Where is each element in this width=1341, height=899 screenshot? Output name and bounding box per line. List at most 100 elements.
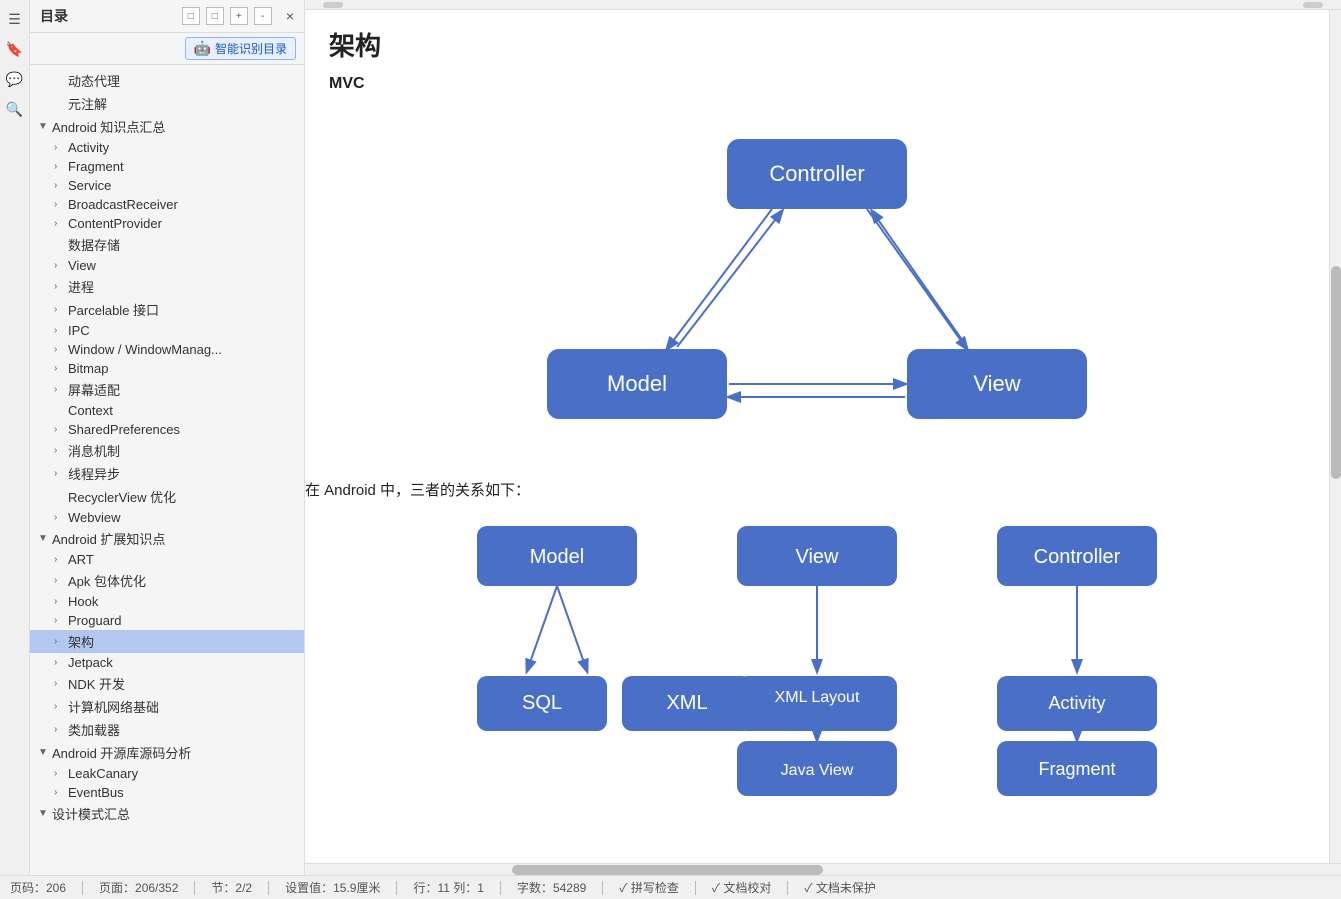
sidebar-item-apk[interactable]: › Apk 包体优化 [30, 569, 304, 592]
sidebar-item-proguard[interactable]: › Proguard [30, 611, 304, 630]
collapse-arrow: › [54, 260, 68, 271]
list-item[interactable]: ▼ Android 知识点汇总 [30, 115, 304, 138]
collapse-arrow: › [54, 304, 68, 315]
sidebar-item-webview[interactable]: › Webview [30, 508, 304, 527]
sidebar-item-context[interactable]: Context [30, 401, 304, 420]
collapse-arrow: › [54, 445, 68, 456]
sidebar-item-leakcanary[interactable]: › LeakCanary [30, 764, 304, 783]
sidebar-item-opensource[interactable]: ▼ Android 开源库源码分析 [30, 741, 304, 764]
hamburger-icon[interactable]: ☰ [4, 8, 26, 30]
sidebar-add-icon[interactable]: + [230, 7, 248, 25]
sidebar-item-thread[interactable]: › 线程异步 [30, 462, 304, 485]
indent-spacer [38, 594, 54, 609]
svg-text:Model: Model [530, 546, 584, 568]
doc-protection[interactable]: ✓ 文档未保护 [804, 879, 876, 896]
sidebar-item-datastorage[interactable]: 数据存储 [30, 233, 304, 256]
tree-item-label: Android 扩展知识点 [52, 529, 165, 548]
sidebar-toolbar: 🤖 智能识别目录 [30, 33, 304, 65]
collapse-arrow: › [54, 596, 68, 607]
sidebar-item-classloader[interactable]: › 类加载器 [30, 718, 304, 741]
svg-text:Controller: Controller [1034, 546, 1121, 568]
svg-text:View: View [796, 546, 840, 568]
tree-item-label: Context [68, 403, 113, 418]
tree-item-label: 数据存储 [68, 235, 120, 254]
status-divider [194, 881, 195, 895]
section: 节：2/2 [211, 879, 252, 896]
sidebar-collapse-icon[interactable]: □ [182, 7, 200, 25]
sidebar-item-android-ext[interactable]: ▼ Android 扩展知识点 [30, 527, 304, 550]
sidebar-item-architecture[interactable]: › 架构 [30, 630, 304, 653]
position: 设置值：15.9厘米 [285, 879, 380, 896]
search-icon[interactable]: 🔍 [4, 98, 26, 120]
tree-item-label: 消息机制 [68, 441, 120, 460]
sidebar-item-bitmap[interactable]: › Bitmap [30, 359, 304, 378]
sidebar-item-view[interactable]: › View [30, 256, 304, 275]
indent-spacer [38, 443, 54, 458]
indent-spacer [38, 552, 54, 567]
bookmark-icon[interactable]: 🔖 [4, 38, 26, 60]
top-scrollbar-area [305, 0, 1341, 10]
collapse-arrow: › [54, 636, 68, 647]
tree-item-label: Service [68, 178, 111, 193]
main-content[interactable]: 架构 MVC Controller Model [305, 10, 1329, 863]
indent-spacer [38, 699, 54, 714]
scrollbar-thumb-h[interactable] [512, 865, 823, 875]
sidebar-item-fragment[interactable]: › Fragment [30, 157, 304, 176]
list-item[interactable]: 元注解 [30, 92, 304, 115]
sidebar-expand-icon[interactable]: □ [206, 7, 224, 25]
status-divider [268, 881, 269, 895]
sidebar-item-service[interactable]: › Service [30, 176, 304, 195]
sidebar-item-recyclerview[interactable]: RecyclerView 优化 [30, 485, 304, 508]
horizontal-scrollbar[interactable] [305, 863, 1341, 875]
indent-spacer [38, 510, 54, 525]
collapse-arrow: › [54, 218, 68, 229]
comment-icon[interactable]: 💬 [4, 68, 26, 90]
sidebar-item-sharedprefs[interactable]: › SharedPreferences [30, 420, 304, 439]
sidebar-item-contentprovider[interactable]: › ContentProvider [30, 214, 304, 233]
collapse-arrow: › [54, 724, 68, 735]
scrollbar-thumb[interactable] [323, 2, 343, 8]
status-divider [602, 881, 603, 895]
collapse-arrow: › [54, 161, 68, 172]
indent-spacer [38, 422, 54, 437]
content-area: 架构 MVC Controller Model [305, 0, 1341, 875]
sidebar-item-screen[interactable]: › 屏幕适配 [30, 378, 304, 401]
tree-item-label: 元注解 [68, 94, 107, 113]
list-item[interactable]: 动态代理 [30, 69, 304, 92]
tree-item-label: BroadcastReceiver [68, 197, 178, 212]
sidebar-item-activity[interactable]: › Activity [30, 138, 304, 157]
sidebar-close-button[interactable]: × [286, 8, 294, 24]
mvc-diagram-android: Model View Controller [305, 516, 1329, 796]
tree-item-label: 计算机网络基础 [68, 697, 159, 716]
indent-spacer [38, 403, 54, 418]
svg-text:XML Layout: XML Layout [775, 689, 860, 706]
doc-check[interactable]: ✓ 文档校对 [712, 879, 772, 896]
ai-recognize-button[interactable]: 🤖 智能识别目录 [185, 37, 296, 60]
sidebar-item-art[interactable]: › ART [30, 550, 304, 569]
sidebar-item-window[interactable]: › Window / WindowManag... [30, 340, 304, 359]
sidebar-item-message[interactable]: › 消息机制 [30, 439, 304, 462]
scrollbar-thumb-v[interactable] [1331, 266, 1341, 479]
tree-item-label: 进程 [68, 277, 94, 296]
sidebar-item-hook[interactable]: › Hook [30, 592, 304, 611]
collapse-arrow: › [54, 701, 68, 712]
sidebar-item-network[interactable]: › 计算机网络基础 [30, 695, 304, 718]
sidebar-item-broadcast[interactable]: › BroadcastReceiver [30, 195, 304, 214]
collapse-arrow: › [54, 199, 68, 210]
sidebar-item-jetpack[interactable]: › Jetpack [30, 653, 304, 672]
tree-item-label: IPC [68, 323, 90, 338]
indent-spacer [38, 279, 54, 294]
sidebar: 目录 □ □ + - × 🤖 智能识别目录 [30, 0, 305, 875]
ai-icon: 🤖 [194, 40, 211, 57]
spelling-check[interactable]: ✓ 拼写检查 [619, 879, 679, 896]
vertical-scrollbar[interactable] [1329, 10, 1341, 863]
sidebar-item-process[interactable]: › 进程 [30, 275, 304, 298]
status-bar: 页码：206 页面：206/352 节：2/2 设置值：15.9厘米 行：11 … [0, 875, 1341, 899]
scrollbar-thumb-right[interactable] [1303, 2, 1323, 8]
sidebar-item-parcelable[interactable]: › Parcelable 接口 [30, 298, 304, 321]
sidebar-item-ipc[interactable]: › IPC [30, 321, 304, 340]
sidebar-item-ndk[interactable]: › NDK 开发 [30, 672, 304, 695]
sidebar-item-designpattern[interactable]: ▼ 设计模式汇总 [30, 802, 304, 825]
sidebar-item-eventbus[interactable]: › EventBus [30, 783, 304, 802]
sidebar-remove-icon[interactable]: - [254, 7, 272, 25]
